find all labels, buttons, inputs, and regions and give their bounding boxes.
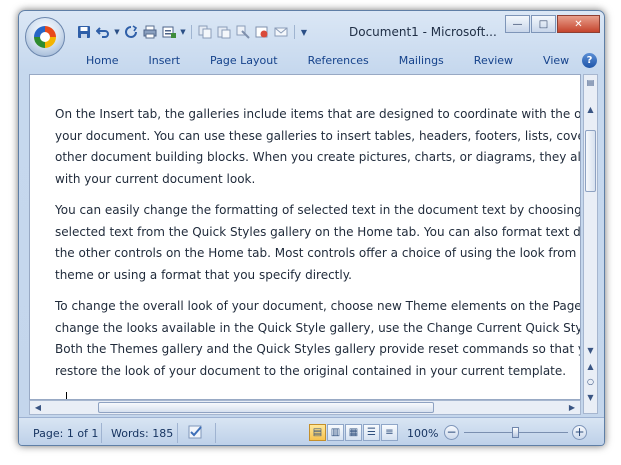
horizontal-scroll-thumb[interactable] <box>98 402 434 413</box>
tab-review[interactable]: Review <box>459 54 528 72</box>
format-painter-icon[interactable] <box>234 23 252 41</box>
text-line: Both the Themes gallery and the Quick St… <box>55 342 581 356</box>
title-bar[interactable]: ▼ ▼ ▼ Document1 - Microsoft... — □ ✕ <box>19 11 604 57</box>
document-page[interactable]: On the Insert tab, the galleries include… <box>55 104 581 392</box>
office-logo-icon <box>34 26 56 48</box>
text-line: the other controls on the Home tab. Most… <box>55 246 581 260</box>
horizontal-scrollbar[interactable]: ◀ ▶ <box>29 400 581 415</box>
zoom-slider-handle[interactable] <box>512 427 519 438</box>
zoom-out-icon[interactable]: − <box>444 425 459 440</box>
scroll-left-icon[interactable]: ◀ <box>31 401 45 414</box>
text-line: theme or using a format that you specify… <box>55 267 352 282</box>
text-line: On the Insert tab, the galleries include… <box>55 107 581 121</box>
paragraph: On the Insert tab, the galleries include… <box>55 104 581 190</box>
spelling-icon[interactable] <box>253 23 271 41</box>
ruler-toggle-icon[interactable]: ▤ <box>584 76 597 89</box>
zoom-in-icon[interactable]: + <box>572 425 587 440</box>
text-line: change the looks available in the Quick … <box>55 320 581 335</box>
tab-references[interactable]: References <box>293 54 384 72</box>
scroll-down-icon[interactable]: ▼ <box>584 344 597 357</box>
zoom-level[interactable]: 100% <box>407 427 438 440</box>
window-controls: — □ ✕ <box>505 15 600 33</box>
web-layout-icon[interactable]: ▦ <box>345 424 362 441</box>
word-window: ▼ ▼ ▼ Document1 - Microsoft... — □ ✕ Hom… <box>18 10 605 446</box>
save-icon[interactable] <box>75 23 93 41</box>
office-button[interactable] <box>25 17 65 57</box>
quick-access-more-icon[interactable]: ▼ <box>299 23 309 41</box>
status-divider <box>177 423 178 443</box>
toolbar-separator <box>191 25 192 39</box>
document-area[interactable]: On the Insert tab, the galleries include… <box>29 74 581 400</box>
vertical-scroll-thumb[interactable] <box>585 130 596 192</box>
word-count[interactable]: Words: 185 <box>111 427 173 440</box>
toolbar-separator <box>294 25 295 39</box>
paste-icon[interactable] <box>215 23 233 41</box>
paragraph: To change the overall look of your docum… <box>55 296 581 382</box>
text-line: other document building blocks. When you… <box>55 150 581 164</box>
email-icon[interactable] <box>272 23 290 41</box>
status-divider <box>215 423 216 443</box>
paragraph: You can easily change the formatting of … <box>55 200 581 286</box>
tab-view[interactable]: View <box>528 54 584 72</box>
minimize-button[interactable]: — <box>505 15 530 33</box>
text-line: You can easily change the formatting of … <box>55 203 581 217</box>
ribbon-tabs: Home Insert Page Layout References Maili… <box>71 54 584 72</box>
next-page-icon[interactable]: ▼ <box>584 391 597 404</box>
undo-icon[interactable] <box>94 23 112 41</box>
maximize-button[interactable]: □ <box>531 15 556 33</box>
text-line: with your current document look. <box>55 171 256 186</box>
status-bar: Page: 1 of 1 Words: 185 ▤ ▥ ▦ ☰ ≡ 100% −… <box>19 417 604 445</box>
redo-icon[interactable] <box>122 23 140 41</box>
page-count[interactable]: Page: 1 of 1 <box>33 427 98 440</box>
copy-icon[interactable] <box>196 23 214 41</box>
tab-page-layout[interactable]: Page Layout <box>195 54 293 72</box>
text-line: selected text from the Quick Styles gall… <box>55 224 581 239</box>
scroll-up-icon[interactable]: ▲ <box>584 103 597 116</box>
previous-page-icon[interactable]: ▲ <box>584 360 597 373</box>
text-cursor <box>66 392 67 399</box>
text-line: To change the overall look of your docum… <box>55 299 581 313</box>
close-button[interactable]: ✕ <box>557 15 600 33</box>
quick-access-toolbar: ▼ ▼ ▼ <box>75 22 309 42</box>
select-browse-object-icon[interactable]: ○ <box>584 375 597 388</box>
proofing-check-icon[interactable] <box>187 423 205 444</box>
customize-dropdown-icon[interactable]: ▼ <box>179 23 187 41</box>
form-icon[interactable] <box>160 23 178 41</box>
scroll-right-icon[interactable]: ▶ <box>565 401 579 414</box>
print-icon[interactable] <box>141 23 159 41</box>
print-layout-icon[interactable]: ▤ <box>309 424 326 441</box>
text-line: your document. You can use these galleri… <box>55 128 581 143</box>
view-buttons: ▤ ▥ ▦ ☰ ≡ <box>309 424 398 441</box>
help-icon[interactable]: ? <box>582 53 597 68</box>
status-divider <box>101 423 102 443</box>
text-line: restore the look of your document to the… <box>55 363 567 378</box>
outline-icon[interactable]: ☰ <box>363 424 380 441</box>
draft-icon[interactable]: ≡ <box>381 424 398 441</box>
tab-home[interactable]: Home <box>71 54 133 72</box>
full-screen-reading-icon[interactable]: ▥ <box>327 424 344 441</box>
tab-mailings[interactable]: Mailings <box>384 54 459 72</box>
vertical-scrollbar[interactable]: ▤ ▲ ▼ ▲ ○ ▼ <box>583 74 598 414</box>
undo-dropdown-icon[interactable]: ▼ <box>113 23 121 41</box>
tab-insert[interactable]: Insert <box>133 54 195 72</box>
window-title: Document1 - Microsoft... <box>349 25 497 39</box>
